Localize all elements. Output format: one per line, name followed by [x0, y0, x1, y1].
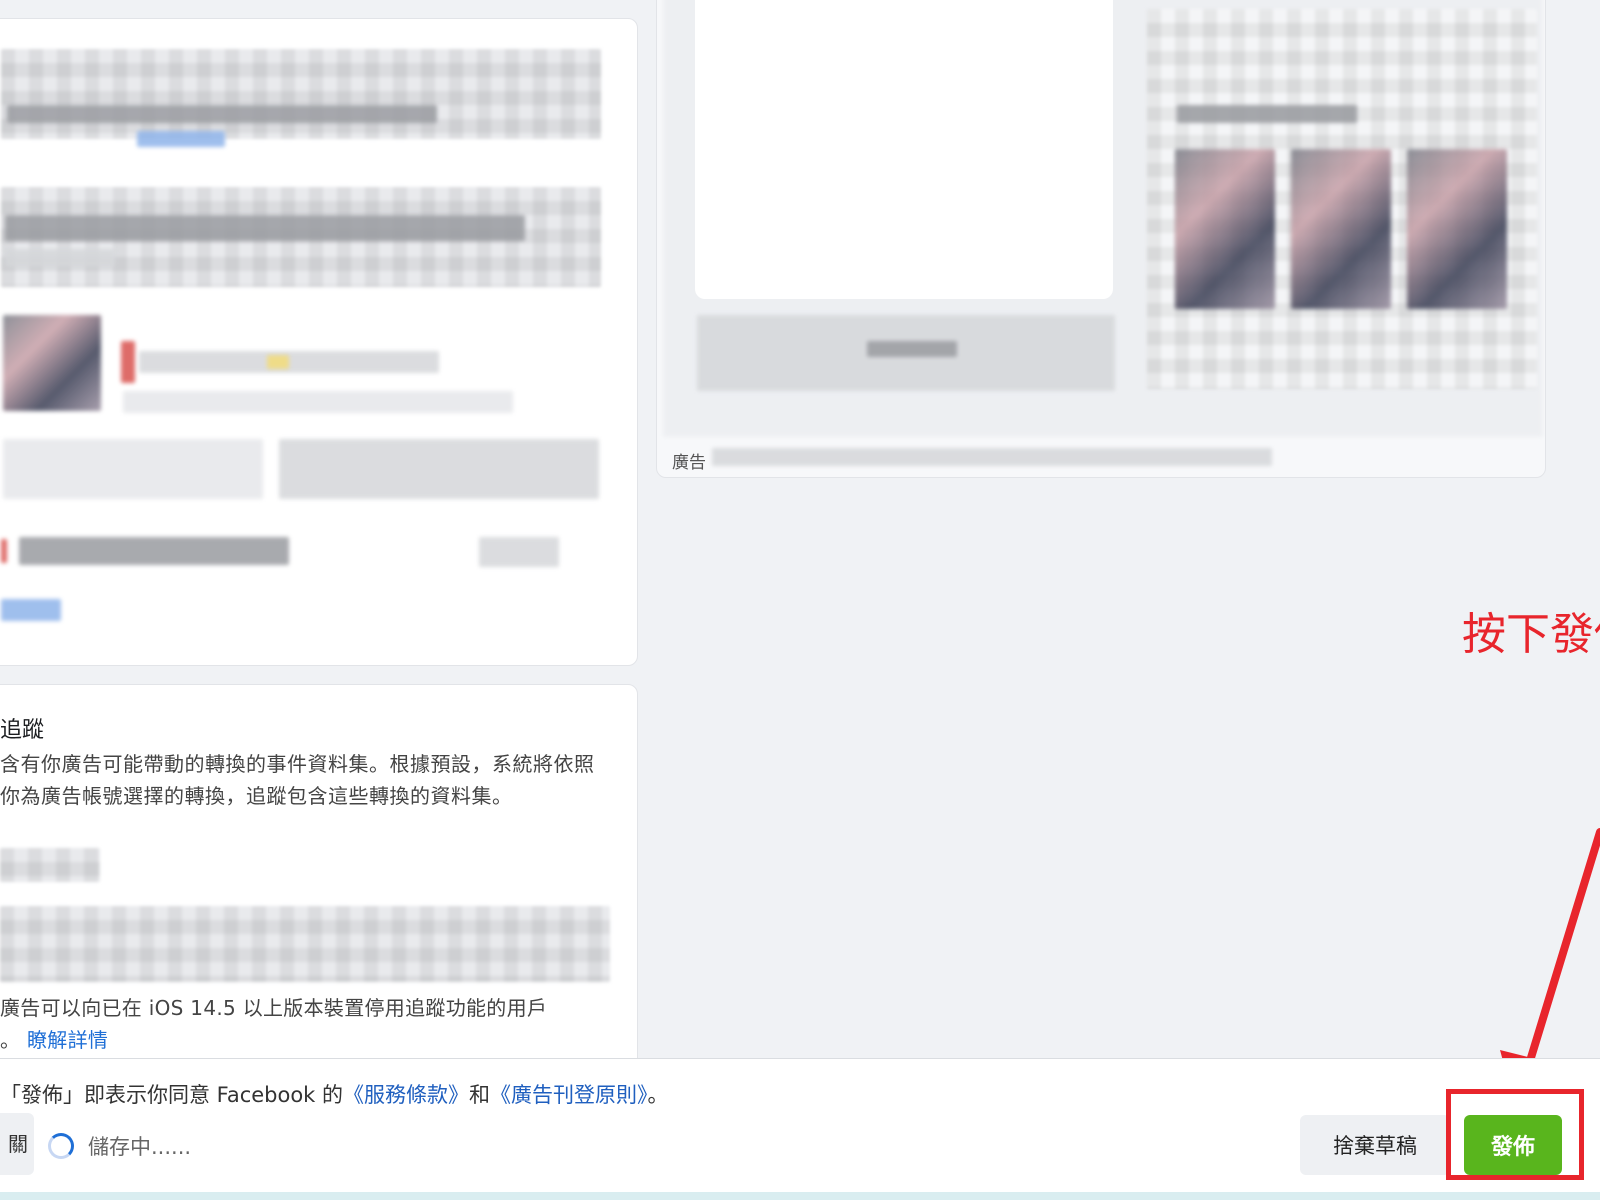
blurred-content [19, 537, 289, 565]
blurred-thumbnail [1407, 149, 1507, 309]
blurred-content [7, 105, 437, 123]
blurred-link [1, 599, 61, 621]
ad-caption-text: 廣告 [672, 453, 706, 473]
blurred-caption [712, 448, 1272, 466]
footer-bar: 「發佈」即表示你同意 Facebook 的《服務條款》和《廣告刊登原則》。 關 … [0, 1058, 1600, 1201]
learn-more-link[interactable]: 瞭解詳情 [27, 1028, 108, 1052]
ad-policies-link[interactable]: 《廣告刊登原則》 [490, 1083, 648, 1107]
blurred-content [479, 537, 559, 567]
blurred-field [3, 439, 263, 499]
blurred-content [139, 351, 439, 373]
annotation-text: 按下發佈 [1462, 609, 1600, 660]
discard-draft-button[interactable]: 捨棄草稿 [1300, 1115, 1450, 1175]
blurred-content [121, 341, 135, 383]
ios-note-tail: 。 [0, 1028, 21, 1052]
ios-note-text: 廣告可以向已在 iOS 14.5 以上版本裝置停用追蹤功能的用戶 [0, 996, 548, 1020]
blurred-content [267, 355, 289, 369]
blurred-content [1, 539, 7, 563]
ad-preview-caption: 廣告 [672, 448, 706, 473]
blurred-thumbnail [1291, 149, 1391, 309]
ad-preview-card [656, 0, 1546, 478]
terms-line: 「發佈」即表示你同意 Facebook 的《服務條款》和《廣告刊登原則》。 [0, 1079, 669, 1109]
blurred-dataset-select [0, 906, 610, 982]
blurred-dataset-label [0, 848, 100, 882]
blurred-link [137, 131, 225, 147]
blurred-content [5, 249, 115, 267]
blurred-content [123, 391, 513, 413]
ios-note: 廣告可以向已在 iOS 14.5 以上版本裝置停用追蹤功能的用戶 。 瞭解詳情 [0, 992, 610, 1056]
terms-and: 和 [469, 1083, 491, 1107]
terms-of-service-link[interactable]: 《服務條款》 [343, 1083, 469, 1107]
blurred-content [1, 49, 601, 139]
preview-image-area [695, 0, 1113, 299]
saving-spinner-icon [48, 1133, 74, 1159]
saving-status: 儲存中...... [88, 1135, 192, 1159]
ad-settings-card [0, 18, 638, 666]
blurred-field [279, 439, 599, 499]
close-button[interactable]: 關 [0, 1113, 34, 1175]
tracking-title: 追蹤 [0, 718, 45, 743]
blurred-content [5, 215, 525, 241]
tracking-description: 含有你廣告可能帶動的轉換的事件資料集。根據預設，系統將依照你為廣告帳號選擇的轉換… [0, 752, 595, 808]
terms-suffix: 。 [647, 1083, 669, 1107]
terms-prefix: 「發佈」即表示你同意 Facebook 的 [0, 1083, 344, 1107]
blurred-thumbnail [1175, 149, 1275, 309]
bottom-strip [0, 1192, 1600, 1200]
blurred-content [1177, 105, 1357, 123]
annotation-highlight-box [1446, 1089, 1584, 1180]
blurred-cta-text [867, 341, 957, 357]
blurred-thumbnail [3, 315, 101, 411]
